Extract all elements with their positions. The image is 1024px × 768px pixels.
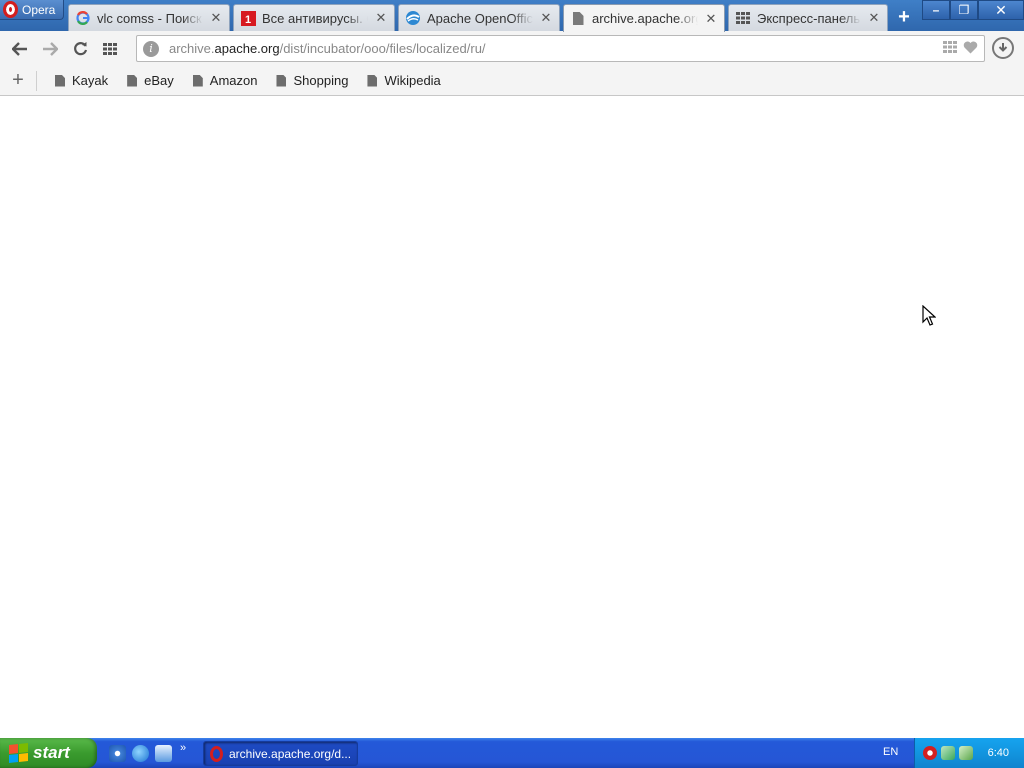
mouse-pointer-icon (922, 305, 936, 326)
browser-toolbar: i archive.apache.org/dist/incubator/ooo/… (0, 31, 1024, 66)
close-window-button[interactable]: ✕ (978, 0, 1024, 20)
bookmarks-separator (36, 70, 37, 91)
forward-button[interactable] (35, 34, 65, 64)
show-desktop-icon[interactable] (109, 744, 126, 762)
quick-launch: » (109, 742, 186, 762)
site-info-icon[interactable]: i (143, 40, 159, 57)
bookmark-label: Kayak (72, 73, 109, 88)
system-tray: 6:40 (914, 738, 1024, 768)
windows-logo-icon (9, 743, 28, 763)
opera-menu-label: Opera (22, 2, 56, 17)
opera-logo-icon (3, 1, 18, 18)
reload-button[interactable] (65, 34, 95, 64)
tab-openoffice[interactable]: Apache OpenOffice ✕ (398, 4, 560, 31)
taskbar-opera-window-button[interactable]: archive.apache.org/d... (203, 741, 358, 766)
minimize-button[interactable]: – (922, 0, 950, 20)
tab-strip: Opera vlc comss - Поиск в Google ✕ 1 Все… (0, 0, 1024, 32)
reload-icon (73, 42, 87, 56)
svg-text:1: 1 (245, 14, 251, 26)
opera-logo-icon (210, 745, 223, 762)
bookmark-wikipedia[interactable]: Wikipedia (367, 73, 441, 88)
tab-close-icon[interactable]: ✕ (867, 10, 881, 25)
quick-launch-more-icon[interactable]: » (180, 742, 186, 754)
forward-arrow-icon (43, 41, 58, 56)
bookmark-page-icon (127, 74, 138, 87)
bookmark-label: Wikipedia (384, 73, 441, 88)
downloads-button[interactable] (992, 37, 1014, 59)
restore-button[interactable]: ❐ (950, 0, 978, 20)
download-icon (998, 43, 1008, 52)
window-controls: – ❐ ✕ (922, 0, 1024, 20)
language-indicator[interactable]: EN (883, 746, 898, 758)
url-text: archive.apache.org/dist/incubator/ooo/fi… (169, 41, 486, 56)
page-icon (570, 11, 586, 27)
page-content[interactable] (0, 96, 1024, 738)
bookmark-kayak[interactable]: Kayak (55, 73, 108, 88)
bookmark-shopping[interactable]: Shopping (276, 73, 348, 88)
bookmark-amazon[interactable]: Amazon (192, 73, 258, 88)
taskbar: start » (0, 738, 1024, 768)
opera-menu-button[interactable]: Opera (0, 0, 64, 20)
tab-antivirus[interactable]: 1 Все антивирусы. Скачать ✕ (233, 4, 395, 31)
add-bookmark-button[interactable]: + (0, 66, 36, 96)
antivirus-tray-icon[interactable] (923, 746, 937, 760)
speed-dial-button[interactable] (95, 34, 125, 64)
back-button[interactable] (5, 34, 35, 64)
bookmark-page-icon (276, 74, 287, 87)
bookmark-label: Shopping (293, 73, 349, 88)
tab-label: Все антивирусы. Скачать (262, 10, 368, 26)
start-button[interactable]: start (0, 738, 97, 768)
antivirus-icon: 1 (240, 10, 256, 26)
tab-speed-dial[interactable]: Экспресс-панель ✕ (728, 4, 888, 31)
clock[interactable]: 6:40 (988, 747, 1009, 759)
heart-icon[interactable] (963, 41, 978, 54)
tab-close-icon[interactable]: ✕ (374, 10, 388, 25)
taskbar-window-label: archive.apache.org/d... (229, 746, 352, 761)
bookmark-label: Amazon (209, 73, 258, 88)
bookmark-label: eBay (144, 73, 174, 88)
url-path: /dist/incubator/ooo/files/localized/ru/ (279, 41, 486, 56)
tab-label: Экспресс-панель (757, 10, 861, 26)
bookmarks-bar: + Kayak eBay Amazon Shopping Wikipedia (0, 66, 1024, 96)
start-label: start (33, 743, 70, 762)
desktop-screen: Opera vlc comss - Поиск в Google ✕ 1 Все… (0, 0, 1024, 768)
tab-close-icon[interactable]: ✕ (704, 11, 718, 26)
tab-label: Apache OpenOffice (427, 10, 533, 26)
openoffice-icon (405, 10, 421, 26)
tab-close-icon[interactable]: ✕ (539, 10, 553, 25)
grid-icon (103, 42, 117, 55)
tab-google-search[interactable]: vlc comss - Поиск в Google ✕ (68, 4, 230, 31)
back-arrow-icon (12, 41, 27, 56)
url-host: apache.org (214, 41, 280, 56)
bookmark-page-icon (367, 74, 378, 87)
bookmark-page-icon (192, 74, 203, 87)
safely-remove-tray-icon[interactable] (959, 746, 973, 760)
tab-archive-apache[interactable]: archive.apache.org/dist/incubator/ooo/fi… (563, 4, 725, 32)
network-tray-icon[interactable] (941, 746, 955, 760)
bookmark-page-icon (55, 74, 65, 87)
speed-dial-icon (735, 10, 751, 26)
tab-label: archive.apache.org/dist/incubator/ooo/fi… (592, 11, 698, 26)
address-bar[interactable]: i archive.apache.org/dist/incubator/ooo/… (136, 35, 985, 62)
media-player-icon[interactable] (155, 744, 172, 762)
tab-label: vlc comss - Поиск в Google (97, 10, 203, 26)
speed-dial-add-icon[interactable] (943, 41, 957, 53)
google-icon (75, 10, 91, 26)
url-prefix: archive. (169, 41, 215, 56)
address-bar-actions (943, 41, 978, 54)
internet-explorer-icon[interactable] (132, 744, 149, 762)
bookmark-ebay[interactable]: eBay (127, 73, 174, 88)
tab-close-icon[interactable]: ✕ (209, 10, 223, 25)
new-tab-button[interactable]: + (893, 6, 915, 28)
